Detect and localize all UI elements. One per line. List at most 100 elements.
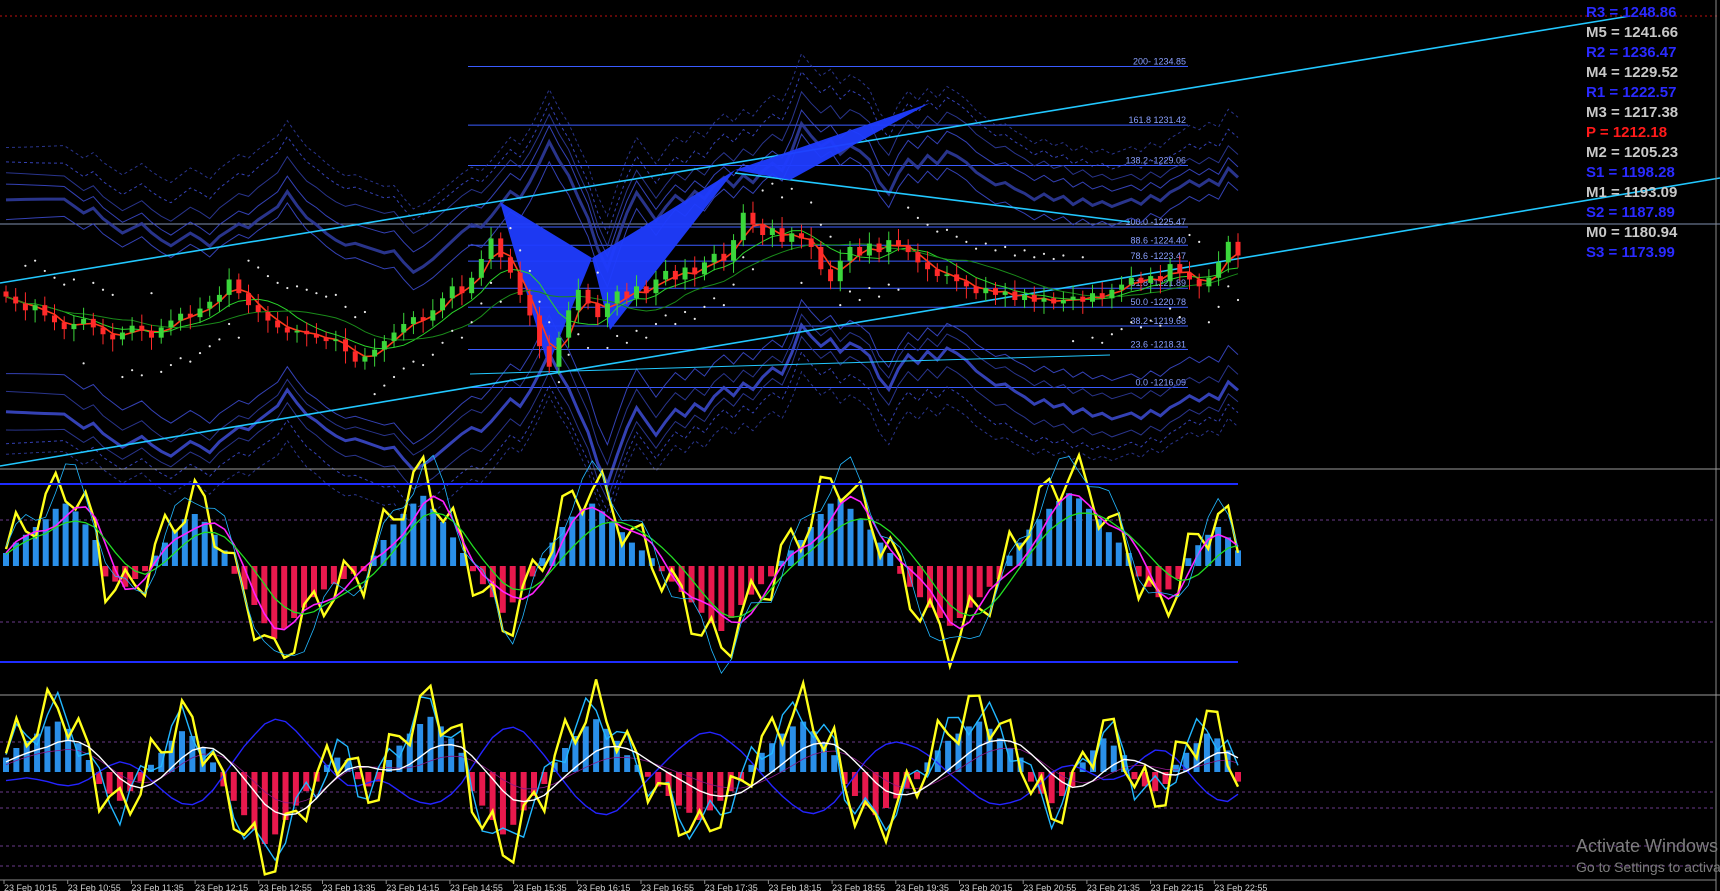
chart-canvas: 200- 1234.85 161.8 1231.42 138.2 -1229.06 1…	[0, 0, 1720, 891]
candle-body	[886, 240, 892, 253]
parabolic-sar-dot	[431, 353, 434, 356]
histogram-bar	[728, 566, 735, 618]
parabolic-sar-dot	[1198, 240, 1201, 243]
parabolic-sar-dot	[557, 381, 561, 384]
candle-body	[740, 212, 746, 241]
candle-body	[343, 339, 349, 352]
fib-level-label: 138.2 -1229.06	[1125, 156, 1186, 166]
parabolic-sar-dot	[237, 336, 240, 339]
parabolic-sar-dot	[179, 357, 182, 360]
histogram-bar	[1185, 558, 1192, 566]
histogram-bar	[628, 542, 635, 566]
candle-body	[323, 337, 329, 342]
candle-body	[701, 262, 707, 275]
histogram-bar	[44, 726, 51, 772]
histogram-bar	[569, 516, 576, 566]
parabolic-sar-dot	[392, 375, 396, 379]
histogram-bar	[638, 550, 645, 566]
candle-body	[90, 318, 96, 328]
histogram-bar	[758, 566, 765, 585]
pivot-level-label: R1 = 1222.57	[1586, 84, 1677, 101]
candle-body	[420, 317, 426, 321]
pivot-level-label: S2 = 1187.89	[1586, 204, 1675, 221]
candle-body	[207, 301, 213, 309]
candle-body	[585, 289, 591, 304]
parabolic-sar-dot	[703, 305, 706, 308]
time-tick-label: 23 Feb 17:35	[705, 883, 758, 891]
candle-body	[973, 286, 979, 294]
histogram-bar	[3, 553, 9, 566]
candle-body	[663, 270, 669, 280]
candle-body	[61, 322, 67, 330]
pivot-level-label: M2 = 1205.23	[1586, 144, 1678, 161]
parabolic-sar-dot	[1120, 328, 1123, 331]
histogram-bar	[499, 772, 506, 835]
parabolic-sar-dot	[926, 223, 929, 226]
fib-level-label: 0.0 -1216.09	[1135, 377, 1186, 387]
candle-body	[672, 270, 678, 280]
histogram-bar	[210, 762, 217, 772]
fib-level-label: 38.2 -1219.68	[1130, 316, 1186, 326]
candle-body	[769, 228, 775, 235]
candle-body	[352, 351, 358, 362]
parabolic-sar-dot	[1013, 254, 1016, 257]
parabolic-sar-dot	[751, 268, 755, 271]
pivot-level-label: M1 = 1193.09	[1586, 184, 1677, 201]
candle-body	[682, 267, 688, 280]
parabolic-sar-dot	[441, 341, 444, 344]
candle-body	[81, 318, 87, 324]
candle-body	[158, 327, 164, 338]
histogram-bar	[1048, 772, 1055, 804]
parabolic-sar-dot	[383, 384, 386, 387]
histogram-bar	[430, 508, 437, 566]
parabolic-sar-dot	[344, 305, 347, 308]
parabolic-sar-dot	[334, 293, 337, 296]
histogram-bar	[62, 503, 69, 566]
parabolic-sar-dot	[1052, 257, 1055, 261]
time-tick-label: 23 Feb 22:15	[1151, 883, 1204, 891]
histogram-bar	[171, 529, 178, 566]
parabolic-sar-dot	[24, 264, 27, 267]
candle-body	[692, 267, 698, 275]
candle-body	[1109, 289, 1115, 299]
candle-body	[149, 330, 155, 338]
candle-body	[954, 274, 960, 282]
candle-body	[604, 303, 610, 318]
histogram-bar	[996, 738, 1003, 772]
candle-body	[1041, 298, 1047, 302]
candle-body	[760, 224, 766, 235]
histogram-bar	[458, 752, 465, 772]
parabolic-sar-dot	[1071, 339, 1075, 343]
histogram-bar	[22, 534, 29, 566]
histogram-bar	[1165, 566, 1172, 590]
candle-body	[944, 274, 950, 277]
candle-body	[187, 313, 193, 318]
histogram-bar	[330, 566, 337, 585]
candle-body	[362, 356, 368, 362]
histogram-bar	[1056, 501, 1063, 566]
parabolic-sar-dot	[780, 196, 784, 199]
candle-body	[1235, 241, 1241, 256]
parabolic-sar-dot	[509, 227, 512, 230]
pivot-level-label: S3 = 1173.99	[1586, 244, 1675, 261]
parabolic-sar-dot	[664, 314, 667, 317]
histogram-bar	[1115, 542, 1122, 566]
fib-level-label: 88.6 -1224.40	[1130, 235, 1186, 245]
candle-body	[294, 330, 300, 333]
parabolic-sar-dot	[315, 292, 318, 295]
candle-body	[488, 238, 494, 259]
parabolic-sar-dot	[916, 216, 919, 219]
histogram-bar	[1225, 537, 1232, 566]
parabolic-sar-dot	[761, 189, 764, 192]
histogram-bar	[609, 521, 616, 566]
parabolic-sar-dot	[295, 285, 299, 288]
histogram-bar	[261, 772, 268, 844]
histogram-bar	[589, 503, 596, 566]
parabolic-sar-dot	[829, 235, 832, 238]
parabolic-sar-dot	[1091, 336, 1094, 339]
candle-body	[168, 320, 174, 328]
pivot-level-label: M5 = 1241.66	[1586, 24, 1678, 41]
parabolic-sar-dot	[72, 278, 76, 281]
candle-body	[304, 330, 310, 335]
candle-body	[575, 289, 581, 311]
